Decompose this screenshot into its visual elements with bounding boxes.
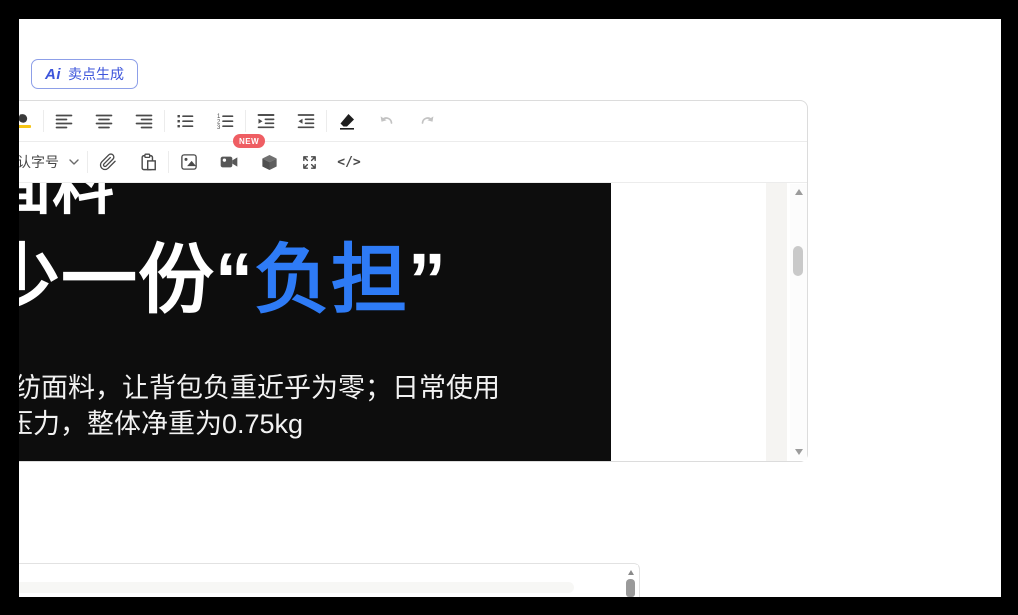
indent-increase-icon: [257, 112, 275, 129]
align-right-button[interactable]: [124, 101, 164, 141]
triangle-up-icon: [794, 189, 803, 195]
secondary-content-placeholder: [19, 582, 574, 593]
link-paperclip-icon: [99, 153, 116, 171]
triangle-down-icon: [794, 449, 803, 455]
font-size-value: 认字号: [19, 154, 59, 170]
hero-headline-top: 面料: [19, 183, 115, 222]
toolbar-row-2: 认字号 NEW </>: [19, 134, 807, 183]
hero-headline-prefix: 少一份“: [19, 238, 254, 323]
inner-scrollbar-track[interactable]: [766, 183, 787, 461]
insert-3d-model-button[interactable]: [249, 142, 289, 182]
unordered-list-icon: [177, 115, 194, 128]
hero-headline-suffix: ”: [408, 238, 447, 323]
3d-cube-icon: [261, 154, 277, 170]
hero-headline-main: 少一份“负担”: [19, 243, 447, 319]
indent-decrease-icon: [297, 114, 315, 129]
code-view-button[interactable]: </>: [329, 142, 369, 182]
align-center-button[interactable]: [84, 101, 124, 141]
ai-logo: Ai: [45, 65, 61, 83]
undo-icon: [380, 116, 393, 124]
editor-content-area[interactable]: 面料 少一份“负担” 纺面料，让背包负重近乎为零；日常使用 压力，整体净重为0.…: [19, 183, 807, 461]
toolbar-row-1: 123: [19, 101, 807, 142]
secondary-editor-box[interactable]: [19, 563, 640, 597]
scroll-up-button[interactable]: [790, 184, 807, 200]
new-badge: NEW: [233, 134, 266, 148]
font-size-select[interactable]: 认字号: [19, 142, 87, 182]
scrollbar-thumb[interactable]: [793, 246, 803, 276]
rich-text-editor-panel: 123 认字号 NEW </> 面料 少一份“负担” 纺面料，让背包负重近乎为零…: [19, 100, 808, 462]
link-button[interactable]: [88, 142, 128, 182]
ai-button-label: 卖点生成: [68, 66, 124, 82]
hero-body-line1: 纺面料，让背包负重近乎为零；日常使用: [19, 373, 500, 403]
unordered-list-button[interactable]: [165, 101, 205, 141]
app-page: Ai 卖点生成 1 2 3 认字号 NEW </> 面料 少一份“负担” 纺面料…: [19, 19, 1001, 597]
ordered-list-icon: 123: [217, 114, 234, 130]
hero-image[interactable]: 面料 少一份“负担” 纺面料，让背包负重近乎为零；日常使用 压力，整体净重为0.…: [19, 183, 611, 461]
align-left-button[interactable]: [44, 101, 84, 141]
hero-body-line2: 压力，整体净重为0.75kg: [19, 409, 304, 439]
secondary-vertical-scrollbar[interactable]: [623, 565, 638, 597]
scroll-up-button[interactable]: [623, 567, 638, 577]
ai-selling-point-button[interactable]: Ai 卖点生成: [31, 59, 138, 89]
indent-decrease-button[interactable]: [286, 101, 326, 141]
hero-headline-highlight: 负担: [254, 238, 408, 323]
clear-format-button[interactable]: [327, 101, 367, 141]
align-left-icon: [55, 114, 73, 129]
redo-button[interactable]: [407, 101, 447, 141]
triangle-up-icon: [627, 569, 634, 575]
editor-vertical-scrollbar[interactable]: [790, 184, 807, 460]
fullscreen-expand-icon: [302, 155, 316, 169]
video-camera-icon: [220, 156, 238, 168]
image-icon: [181, 154, 197, 170]
scrollbar-thumb[interactable]: [626, 579, 635, 597]
paste-clipboard-icon: [140, 153, 156, 170]
clear-format-eraser-icon: [340, 114, 354, 130]
svg-text:3: 3: [217, 125, 221, 130]
highlight-color-button[interactable]: [19, 101, 43, 141]
align-center-icon: [95, 114, 113, 129]
undo-button[interactable]: [367, 101, 407, 141]
redo-icon: [421, 116, 434, 124]
paste-button[interactable]: [128, 142, 168, 182]
chevron-down-icon: [69, 159, 79, 165]
insert-video-button[interactable]: NEW: [209, 134, 266, 182]
scroll-down-button[interactable]: [790, 444, 807, 460]
highlight-color-icon: [19, 114, 31, 128]
fullscreen-button[interactable]: [289, 142, 329, 182]
code-icon: </>: [337, 154, 361, 170]
insert-image-button[interactable]: [169, 142, 209, 182]
align-right-icon: [135, 114, 153, 129]
